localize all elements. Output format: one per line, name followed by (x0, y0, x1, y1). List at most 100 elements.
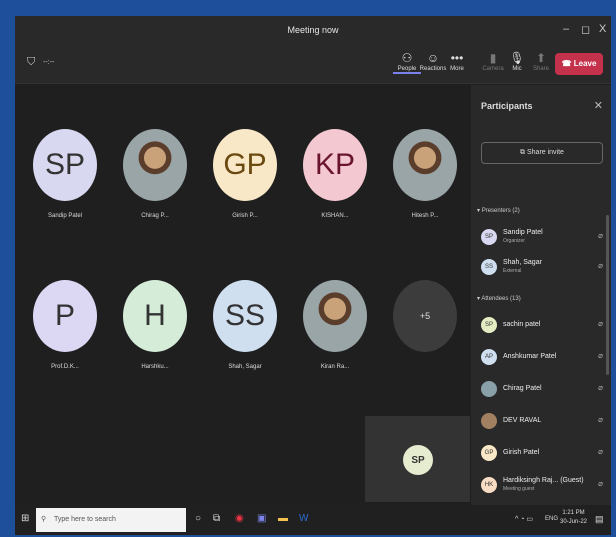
mic-off-icon: ⌀ (598, 415, 603, 424)
title-bar: Meeting now – ◻ X (15, 16, 611, 44)
task-view-icon[interactable]: ⧉ (213, 513, 220, 524)
shield-icon: ⛉ (27, 56, 36, 68)
tile-name: Sandip Patel (47, 213, 83, 219)
participant-tile[interactable]: H Harshku... (110, 280, 200, 370)
attendees-heading[interactable]: ▾ Attendees (13) (477, 295, 521, 302)
tile-name: Hitesh P... (411, 213, 439, 219)
panel-title: Participants (481, 101, 533, 111)
participant-role: External (503, 268, 522, 274)
participant-row[interactable]: SP Sandip Patel Organizer ⌀ (477, 225, 607, 249)
self-avatar: SP (403, 445, 433, 475)
participant-name: Anshkumar Patel (503, 353, 557, 360)
participant-tile[interactable]: GP Girish P... (200, 129, 290, 219)
tile-name: Kiran Ra... (320, 364, 350, 370)
avatar: GP (213, 129, 277, 201)
avatar: GP (481, 445, 497, 461)
close-button[interactable]: X (599, 23, 606, 35)
participant-row[interactable]: HK Hardiksingh Raj... (Guest) Meeting gues… (477, 473, 607, 497)
participant-tile[interactable]: Hitesh P... (380, 129, 470, 219)
notification-icon[interactable]: ▤ (595, 514, 604, 525)
participant-row[interactable]: DEV RAVAL ⌀ (477, 409, 607, 433)
tile-name: Girish P... (232, 213, 258, 219)
participant-name: Hardiksingh Raj... (Guest) (503, 477, 584, 484)
minimize-button[interactable]: – (563, 23, 569, 35)
participant-name: Sandip Patel (503, 229, 543, 236)
participant-row[interactable]: AP Anshkumar Patel ⌀ (477, 345, 607, 369)
participant-tile[interactable]: Chirag P... (110, 129, 200, 219)
avatar: P (33, 280, 97, 352)
tile-name: Harshku... (141, 364, 169, 370)
tray-icons[interactable]: ^ ◔ ▭ (515, 515, 533, 523)
self-view[interactable]: SP (365, 416, 470, 502)
teams-icon[interactable]: ▣ (257, 513, 266, 524)
participants-panel: Participants ✕ ⧉ Share invite ▾ Presente… (471, 85, 611, 505)
phone-icon: ☎ (561, 59, 574, 68)
overflow-count: +5 (393, 280, 457, 352)
maximize-button[interactable]: ◻ (581, 23, 590, 36)
participant-row[interactable]: SP sachin patel ⌀ (477, 313, 607, 337)
cortana-icon[interactable]: ○ (195, 513, 201, 524)
chrome-icon[interactable]: ◉ (235, 513, 244, 524)
taskbar-search[interactable]: ⚲ Type here to search (36, 508, 186, 532)
participant-name: Girish Patel (503, 449, 540, 456)
participant-row[interactable]: SS Shah, Sagar External ⌀ (477, 255, 607, 279)
tile-name: Chirag P... (141, 213, 169, 219)
teams-window: Meeting now – ◻ X ⛉ --:-- ⚇ People ☺ React… (15, 16, 611, 535)
video-grid: SP Sandip Patel Chirag P... GP Girish P...… (15, 85, 470, 505)
more-icon: ••• (450, 51, 464, 65)
language-indicator[interactable]: ENG (545, 516, 558, 522)
meeting-timer: --:-- (43, 59, 55, 66)
share-button[interactable]: ⬆ Share (527, 50, 555, 72)
participant-tile[interactable]: SP Sandip Patel (20, 129, 110, 219)
mic-off-icon: ⌀ (598, 319, 603, 328)
participant-tile[interactable]: SS Shah, Sagar (200, 280, 290, 370)
participant-tile[interactable]: P Prof.D.K... (20, 280, 110, 370)
windows-start-icon[interactable]: ⊞ (21, 513, 29, 524)
participant-role: Meeting guest (503, 486, 535, 492)
share-icon: ⬆ (535, 51, 547, 65)
close-panel-icon[interactable]: ✕ (594, 99, 603, 112)
people-button[interactable]: ⚇ People (393, 50, 421, 74)
participant-name: Chirag Patel (503, 385, 542, 392)
share-invite-button[interactable]: ⧉ Share invite (481, 142, 603, 164)
panel-scrollbar[interactable] (606, 215, 609, 375)
tile-name: Shah, Sagar (228, 364, 262, 370)
avatar-photo (123, 129, 187, 201)
mic-off-icon: ⌀ (598, 261, 603, 270)
file-explorer-icon[interactable]: ▬ (278, 513, 288, 524)
people-icon: ⚇ (401, 51, 413, 65)
mic-off-icon: ⌀ (598, 231, 603, 240)
mic-off-icon: ⌀ (598, 383, 603, 392)
avatar: SP (33, 129, 97, 201)
search-icon: ⚲ (41, 516, 47, 523)
clock[interactable]: 1:21 PM 30-Jun-22 (560, 509, 587, 527)
mic-off-icon: ⌀ (598, 351, 603, 360)
overflow-tile[interactable]: +5 (380, 280, 470, 352)
presenters-heading[interactable]: ▾ Presenters (2) (477, 207, 520, 214)
participant-row[interactable]: Chirag Patel ⌀ (477, 377, 607, 401)
avatar-photo (481, 413, 497, 429)
mic-off-icon: ⌀ (598, 479, 603, 488)
word-icon[interactable]: W (299, 513, 308, 524)
avatar: H (123, 280, 187, 352)
participant-name: sachin patel (503, 321, 541, 328)
avatar-photo (481, 381, 497, 397)
participant-name: Shah, Sagar (503, 259, 542, 266)
mic-off-icon: ⌀ (598, 447, 603, 456)
avatar: AP (481, 349, 497, 365)
avatar-photo (303, 280, 367, 352)
participant-row[interactable]: GP Girish Patel ⌀ (477, 441, 607, 465)
window-title: Meeting now (287, 25, 339, 35)
leave-button[interactable]: ☎ Leave (555, 53, 603, 75)
participant-tile[interactable]: KP KISHAN... (290, 129, 380, 219)
participant-name: DEV RAVAL (503, 417, 542, 424)
more-button[interactable]: ••• More (443, 50, 471, 72)
avatar: SP (481, 317, 497, 333)
share-invite-icon: ⧉ (520, 149, 527, 156)
tile-name: Prof.D.K... (51, 364, 79, 370)
tile-name: KISHAN... (321, 213, 349, 219)
avatar: SS (213, 280, 277, 352)
participant-role: Organizer (503, 238, 525, 244)
participant-tile[interactable]: Kiran Ra... (290, 280, 380, 370)
meeting-toolbar: ⛉ --:-- ⚇ People ☺ Reactions ••• More ▮ Came… (15, 44, 611, 84)
